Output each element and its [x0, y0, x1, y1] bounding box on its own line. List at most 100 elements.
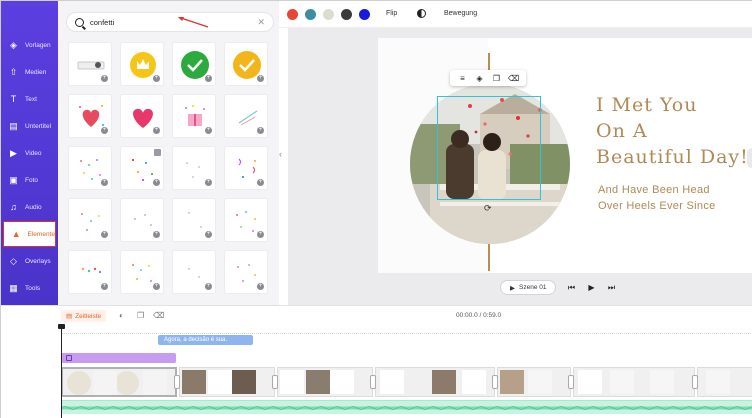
scene-clip[interactable] — [375, 367, 495, 397]
scene-clip[interactable] — [697, 367, 752, 397]
flip-button[interactable]: Flip — [386, 10, 397, 17]
element-tile-streamer[interactable]: + — [224, 94, 268, 138]
element-tile-gift-box[interactable]: + — [172, 94, 216, 138]
overlay-clip[interactable] — [61, 353, 176, 363]
sidebar-item-text[interactable]: T Text — [1, 86, 58, 112]
add-icon[interactable]: + — [257, 179, 264, 186]
sidebar-item-foto[interactable]: ▣ Foto — [1, 167, 58, 193]
subline-text[interactable]: And Have Been Head Over Heels Ever Since — [598, 182, 752, 214]
element-tile-pink-heart[interactable]: + — [120, 94, 164, 138]
rotate-icon[interactable]: ⟳ — [484, 203, 494, 213]
transition-handle[interactable] — [568, 375, 574, 389]
element-tile-confetti-12[interactable]: + — [224, 250, 268, 294]
contrast-icon[interactable] — [417, 9, 426, 18]
transition-handle[interactable] — [370, 375, 376, 389]
add-icon[interactable]: + — [257, 283, 264, 290]
selection-box[interactable] — [437, 96, 541, 200]
add-icon[interactable]: + — [153, 75, 160, 82]
sidebar-item-audio[interactable]: ♫ Audio — [1, 194, 58, 220]
add-icon[interactable]: + — [101, 75, 108, 82]
subline-line: Over Heels Ever Since — [598, 200, 716, 212]
transition-handle[interactable] — [692, 375, 698, 389]
align-icon[interactable]: ≡ — [458, 73, 468, 83]
element-tile-sticker[interactable]: + — [68, 42, 112, 86]
play-small-icon: ▶ — [510, 284, 515, 292]
scene-button[interactable]: ▶ Szene 01 — [500, 280, 557, 295]
transition-handle[interactable] — [492, 375, 498, 389]
element-tile-confetti-2[interactable]: + — [120, 146, 164, 190]
subtitle-clip[interactable]: Agora, a decisão é sua. — [158, 335, 253, 345]
add-icon[interactable]: + — [205, 179, 212, 186]
add-icon[interactable]: + — [205, 231, 212, 238]
skip-back-icon[interactable]: ⏮ — [566, 283, 576, 293]
add-icon[interactable]: + — [257, 127, 264, 134]
add-icon[interactable]: + — [101, 283, 108, 290]
element-tile-confetti-7[interactable]: + — [172, 198, 216, 242]
scene-clip[interactable] — [497, 367, 571, 397]
time-ruler[interactable] — [61, 326, 752, 334]
playhead[interactable] — [58, 324, 65, 418]
sidebar-item-tools[interactable]: ▦ Tools — [1, 275, 58, 301]
add-icon[interactable]: + — [153, 231, 160, 238]
audio-track[interactable] — [61, 400, 752, 414]
add-icon[interactable]: + — [101, 231, 108, 238]
element-tile-confetti-1[interactable]: + — [68, 146, 112, 190]
add-icon[interactable]: + — [101, 127, 108, 134]
sidebar-item-overlays[interactable]: ◇ Overlays — [1, 248, 58, 274]
add-icon[interactable]: + — [153, 283, 160, 290]
add-icon[interactable]: + — [205, 283, 212, 290]
play-icon[interactable]: ▶ — [586, 283, 596, 293]
element-tile-heart-confetti[interactable]: + — [68, 94, 112, 138]
search-input[interactable] — [90, 17, 250, 27]
color-swatch[interactable] — [359, 9, 370, 20]
element-tile-confetti-4[interactable]: + — [224, 146, 268, 190]
element-tile-confetti-5[interactable]: + — [68, 198, 112, 242]
trash-icon[interactable]: ⌫ — [508, 73, 519, 83]
headline-text[interactable]: I Met You On A Beautiful Day! — [596, 92, 752, 170]
element-tile-green-check[interactable]: + — [172, 42, 216, 86]
scene-clip[interactable] — [573, 367, 695, 397]
timeline-tab[interactable]: ▤ Zeitleiste — [61, 310, 107, 322]
element-tile-gold-check[interactable]: + — [224, 42, 268, 86]
scene-clip[interactable] — [61, 367, 177, 397]
element-tile-confetti-3[interactable]: + — [172, 146, 216, 190]
add-icon[interactable]: + — [153, 179, 160, 186]
color-swatch[interactable] — [323, 9, 334, 20]
sidebar-item-vorlagen[interactable]: ◈ Vorlagen — [1, 32, 58, 58]
add-icon[interactable]: + — [257, 75, 264, 82]
color-swatch[interactable] — [287, 9, 298, 20]
split-icon[interactable]: ◐ — [119, 311, 128, 320]
add-icon[interactable]: + — [257, 231, 264, 238]
element-tile-crown-badge[interactable]: + — [120, 42, 164, 86]
sidebar-item-untertitel[interactable]: ▤ Untertitel — [1, 113, 58, 139]
element-tile-confetti-6[interactable]: + — [120, 198, 164, 242]
element-tile-confetti-10[interactable]: + — [120, 250, 164, 294]
add-icon[interactable]: + — [101, 179, 108, 186]
color-swatch[interactable] — [305, 9, 316, 20]
clear-icon[interactable]: ✕ — [257, 17, 265, 28]
element-tile-confetti-11[interactable]: + — [172, 250, 216, 294]
add-icon[interactable]: + — [205, 75, 212, 82]
duplicate-icon[interactable]: ❐ — [492, 73, 502, 83]
layers-icon[interactable]: ◈ — [475, 73, 485, 83]
canvas-scroll-handle[interactable] — [747, 148, 752, 168]
transition-handle[interactable] — [272, 375, 278, 389]
trash-icon[interactable]: ⌫ — [153, 311, 164, 320]
duplicate-icon[interactable]: ❐ — [137, 311, 146, 320]
scene-thumbnail — [115, 371, 139, 395]
scene-clip[interactable] — [277, 367, 373, 397]
color-swatch[interactable] — [341, 9, 352, 20]
element-tile-confetti-9[interactable]: + — [68, 250, 112, 294]
element-tile-confetti-8[interactable]: + — [224, 198, 268, 242]
skip-forward-icon[interactable]: ⏭ — [606, 283, 616, 293]
transition-handle[interactable] — [174, 375, 180, 389]
scene-clip[interactable] — [179, 367, 275, 397]
collapse-panel-icon[interactable]: ‹ — [279, 149, 288, 163]
sidebar-item-medien[interactable]: ⇧ Medien — [1, 59, 58, 85]
add-icon[interactable]: + — [205, 127, 212, 134]
slide-canvas[interactable]: ≡ ◈ ❐ ⌫ ⟳ I Met You On A Beautiful Day! … — [378, 38, 752, 273]
sidebar-item-elemente[interactable]: ▲ Elemente — [3, 221, 56, 247]
add-icon[interactable]: + — [153, 127, 160, 134]
motion-button[interactable]: Bewegung — [444, 10, 477, 17]
sidebar-item-video[interactable]: ▶ Video — [1, 140, 58, 166]
